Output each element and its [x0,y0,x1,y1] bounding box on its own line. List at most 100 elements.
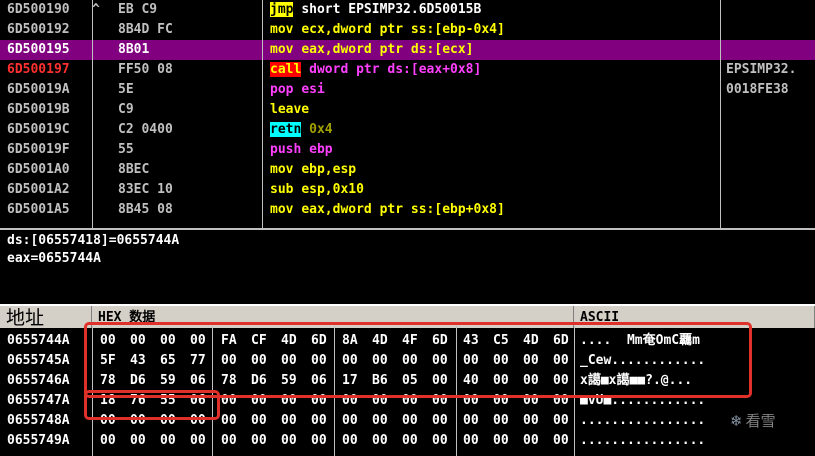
dump-byte[interactable]: 00 [342,391,358,411]
dump-byte[interactable]: 00 [432,411,448,431]
dump-byte[interactable]: 00 [402,391,418,411]
dump-byte[interactable]: 00 [160,431,176,451]
dump-byte[interactable]: 00 [251,391,267,411]
dump-byte[interactable]: 00 [160,411,176,431]
dump-byte[interactable]: D6 [130,371,146,391]
dump-byte[interactable]: 55 [160,391,176,411]
dump-byte[interactable]: 00 [221,351,237,371]
dump-byte[interactable]: 00 [100,411,116,431]
dump-byte[interactable]: C5 [493,331,509,351]
dump-byte[interactable]: 4D [523,331,539,351]
disasm-row[interactable]: 6D50019A 5E pop esi 0018FE38 [0,80,815,100]
dump-byte[interactable]: 6D [311,331,327,351]
dump-byte[interactable]: 00 [523,411,539,431]
dump-byte[interactable]: 00 [493,391,509,411]
dump-byte[interactable]: 00 [342,431,358,451]
dump-byte[interactable]: 00 [221,411,237,431]
dump-byte[interactable]: 00 [100,331,116,351]
dump-byte[interactable]: 00 [402,351,418,371]
dump-byte[interactable]: 05 [402,371,418,391]
disasm-row[interactable]: 6D5001A5 8B45 08 mov eax,dword ptr ss:[ebp… [0,200,815,220]
dump-byte[interactable]: 43 [463,331,479,351]
dump-byte[interactable]: 00 [160,331,176,351]
disasm-row[interactable]: 6D500192 8B4D FC mov ecx,dword ptr ss:[ebp… [0,20,815,40]
dump-byte[interactable]: 06 [190,391,206,411]
dump-row[interactable]: 0655747A 18 76 55 06 00 00 00 00 00 00 00 00 00 00 00 00… [0,391,815,411]
disasm-row[interactable]: 6D5001A0 8BEC mov ebp,esp [0,160,815,180]
dump-byte[interactable]: 00 [372,411,388,431]
dump-byte[interactable]: 06 [190,371,206,391]
dump-byte[interactable]: 78 [100,371,116,391]
dump-byte[interactable]: 00 [130,431,146,451]
dump-byte[interactable]: 00 [372,351,388,371]
dump-byte[interactable]: 00 [372,391,388,411]
dump-header-ascii[interactable]: ASCII [574,306,815,328]
dump-byte[interactable]: 00 [402,431,418,451]
dump-byte[interactable]: 4D [281,331,297,351]
dump-byte[interactable]: 00 [190,411,206,431]
dump-byte[interactable]: 5F [100,351,116,371]
dump-byte[interactable]: 00 [100,431,116,451]
dump-row[interactable]: 0655745A 5F 43 65 77 00 00 00 00 00 00 00 00 00 00 00 00… [0,351,815,371]
disasm-row[interactable]: 6D500197 FF50 08 call dword ptr ds:[eax+0x… [0,60,815,80]
dump-byte[interactable]: 00 [221,431,237,451]
disasm-row[interactable]: 6D500190 ^ EB C9 jmp short EPSIMP32.6D50015… [0,0,815,20]
dump-byte[interactable]: 00 [463,351,479,371]
dump-byte[interactable]: 00 [493,411,509,431]
dump-byte[interactable]: 00 [311,351,327,371]
dump-byte[interactable]: 59 [160,371,176,391]
dump-byte[interactable]: 76 [130,391,146,411]
dump-byte[interactable]: 00 [251,351,267,371]
dump-byte[interactable]: 00 [130,411,146,431]
dump-byte[interactable]: D6 [251,371,267,391]
dump-byte[interactable]: 00 [463,391,479,411]
dump-byte[interactable]: 00 [281,431,297,451]
dump-byte[interactable]: 00 [342,411,358,431]
dump-byte[interactable]: 00 [493,371,509,391]
dump-byte[interactable]: 4D [372,331,388,351]
dump-byte[interactable]: 00 [190,431,206,451]
dump-byte[interactable]: 77 [190,351,206,371]
dump-byte[interactable]: 00 [523,371,539,391]
dump-byte[interactable]: 00 [523,391,539,411]
dump-byte[interactable]: 00 [281,391,297,411]
disasm-row[interactable]: 6D50019F 55 push ebp [0,140,815,160]
dump-byte[interactable]: 6D [553,331,569,351]
disassembly-pane[interactable]: 6D500190 ^ EB C9 jmp short EPSIMP32.6D50015… [0,0,815,228]
dump-byte[interactable]: 59 [281,371,297,391]
dump-byte[interactable]: 65 [160,351,176,371]
dump-byte[interactable]: 00 [342,351,358,371]
dump-byte[interactable]: 18 [100,391,116,411]
dump-byte[interactable]: 00 [432,371,448,391]
dump-byte[interactable]: 4F [402,331,418,351]
dump-byte[interactable]: 8A [342,331,358,351]
dump-byte[interactable]: 17 [342,371,358,391]
dump-row[interactable]: 0655749A 00 00 00 00 00 00 00 00 00 00 00 00 00 00 00 00… [0,431,815,451]
dump-byte[interactable]: 00 [281,351,297,371]
dump-row[interactable]: 0655744A 00 00 00 00 FA CF 4D 6D 8A 4D 4F 6D 43 C5 4D 6D… [0,331,815,351]
dump-byte[interactable]: 00 [372,431,388,451]
dump-byte[interactable]: B6 [372,371,388,391]
dump-row[interactable]: 0655746A 78 D6 59 06 78 D6 59 06 17 B6 05 00 40 00 00 00… [0,371,815,391]
dump-byte[interactable]: 00 [281,411,297,431]
dump-byte[interactable]: 00 [463,431,479,451]
dump-byte[interactable]: 00 [553,411,569,431]
dump-byte[interactable]: 00 [251,411,267,431]
dump-header-address[interactable]: 地址 [0,306,92,329]
dump-byte[interactable]: 00 [553,431,569,451]
dump-byte[interactable]: 00 [553,351,569,371]
dump-byte[interactable]: 43 [130,351,146,371]
dump-byte[interactable]: 00 [432,431,448,451]
dump-byte[interactable]: 06 [311,371,327,391]
disasm-row[interactable]: 6D50019C C2 0400 retn 0x4 [0,120,815,140]
dump-byte[interactable]: 00 [523,431,539,451]
dump-byte[interactable]: 00 [493,431,509,451]
dump-byte[interactable]: 00 [311,431,327,451]
disasm-row[interactable]: 6D5001A2 83EC 10 sub esp,0x10 [0,180,815,200]
dump-byte[interactable]: 00 [221,391,237,411]
dump-byte[interactable]: CF [251,331,267,351]
dump-byte[interactable]: 00 [432,391,448,411]
dump-byte[interactable]: 40 [463,371,479,391]
dump-byte[interactable]: 00 [311,391,327,411]
dump-byte[interactable]: 00 [553,371,569,391]
